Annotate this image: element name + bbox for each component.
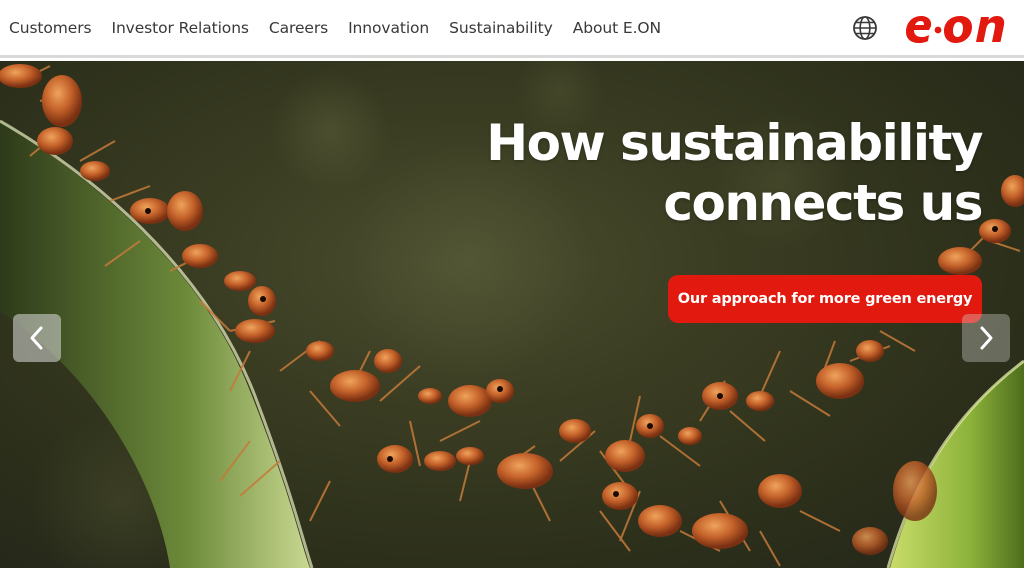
header-actions [852,0,1014,55]
nav-item-investor-relations[interactable]: Investor Relations [111,19,249,37]
globe-icon[interactable] [852,15,878,41]
chevron-left-icon [30,326,43,350]
carousel-next-button[interactable] [962,314,1010,362]
nav-item-customers[interactable]: Customers [9,19,92,37]
chevron-right-icon [980,326,993,350]
nav-item-sustainability[interactable]: Sustainability [449,19,553,37]
carousel-prev-button[interactable] [13,314,61,362]
nav-item-careers[interactable]: Careers [269,19,328,37]
hero-banner: How sustainability connects us Our appro… [0,61,1024,568]
main-nav: Customers Investor Relations Careers Inn… [0,0,681,55]
hero-title: How sustainability connects us [486,114,983,232]
site-header: Customers Investor Relations Careers Inn… [0,0,1024,58]
eon-logo-mark [906,15,1005,43]
eon-logo[interactable] [902,8,1014,48]
nav-item-about[interactable]: About E.ON [573,19,661,37]
cta-button[interactable]: Our approach for more green energy [668,275,982,323]
nav-item-innovation[interactable]: Innovation [348,19,429,37]
